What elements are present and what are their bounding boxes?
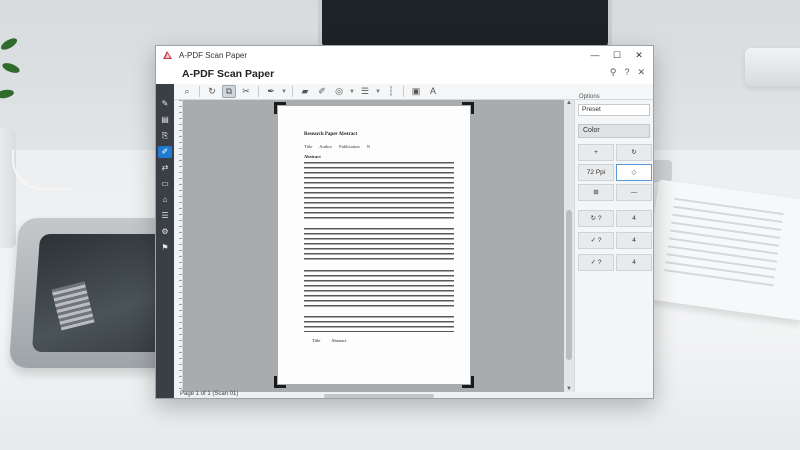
text-paragraph [304, 162, 454, 222]
crop-handle[interactable] [274, 376, 286, 388]
paper-stack [642, 179, 800, 321]
options-panel: Options Preset Color + ↻ 72 Ppi ◇ ⊞ — ↻ … [574, 94, 653, 392]
option-cell[interactable]: ✓ ? [578, 254, 614, 271]
color-button[interactable]: Color [578, 124, 650, 138]
crop-handle[interactable] [462, 376, 474, 388]
close-icon[interactable]: ✕ [637, 67, 645, 78]
option-cell[interactable]: 4 [616, 232, 652, 249]
text-paragraph [304, 228, 454, 263]
left-rail: ✎ ▤ ⎘ ✐ ⇄ ▭ ⌂ ☰ ⚙ ⚑ [156, 64, 174, 398]
option-row: + ↻ [578, 144, 652, 161]
window-controls: — ☐ ✕ [585, 48, 649, 62]
convert-icon[interactable]: ⇄ [158, 162, 172, 174]
crop-icon[interactable]: ⧉ [222, 85, 236, 98]
option-cell[interactable]: — [616, 184, 652, 201]
view-icon[interactable]: ◎ [332, 85, 346, 98]
vertical-ruler [174, 100, 183, 392]
pen-icon[interactable]: ✒ [264, 85, 278, 98]
preset-dropdown[interactable]: Preset [578, 104, 650, 116]
maximize-button[interactable]: ☐ [607, 48, 627, 62]
option-cell[interactable]: ↻ [616, 144, 652, 161]
page-section-heading: Abstract [304, 154, 321, 159]
align-icon[interactable]: ☰ [358, 85, 372, 98]
option-row: ✓ ? 4 [578, 254, 652, 271]
horizontal-scroll-thumb[interactable] [324, 394, 434, 398]
crop-handle[interactable] [274, 102, 286, 114]
stamp-icon[interactable]: ✐ [315, 85, 329, 98]
option-cell[interactable]: ◇ [616, 164, 652, 181]
cut-icon[interactable]: ✂ [239, 85, 253, 98]
text-paragraph [304, 316, 454, 332]
scan-icon[interactable]: ▭ [158, 178, 172, 190]
rail-items: ✎ ▤ ⎘ ✐ ⇄ ▭ ⌂ ☰ ⚙ ⚑ [156, 98, 174, 254]
image-icon[interactable]: ▣ [409, 85, 423, 98]
app-window: A-PDF Scan Paper — ☐ ✕ A-PDF Scan Paper … [155, 45, 654, 399]
minimize-button[interactable]: — [585, 48, 605, 62]
text-icon[interactable]: A [426, 85, 440, 98]
background-monitor [322, 0, 608, 48]
rotate-icon[interactable]: ↻ [205, 85, 219, 98]
measure-icon[interactable]: ┆ [384, 85, 398, 98]
header-icons: ⚲ ? ✕ [610, 67, 645, 78]
protect-icon[interactable]: ⌂ [158, 194, 172, 206]
option-cell[interactable]: 4 [616, 254, 652, 271]
crop-handle[interactable] [462, 102, 474, 114]
background-device [745, 48, 800, 86]
document-canvas[interactable]: Research Paper Abstract Title Author Pub… [183, 100, 564, 392]
page-footer: Title Abstract [312, 338, 347, 343]
chevron-down-icon[interactable]: ▼ [349, 89, 355, 95]
option-cell[interactable]: ↻ ? [578, 210, 614, 227]
help-icon[interactable]: ? [624, 67, 629, 78]
status-text: Page 1 of 1 (Scan 01) [180, 391, 239, 397]
resolution-cell[interactable]: 72 Ppi [578, 164, 614, 181]
option-row: ⊞ — [578, 184, 652, 201]
app-logo-icon [161, 49, 173, 61]
plant-pot [0, 128, 16, 248]
page-heading: Research Paper Abstract [304, 132, 358, 137]
option-cell[interactable]: ✓ ? [578, 232, 614, 249]
option-row: ✓ ? 4 [578, 232, 652, 249]
tools-icon[interactable]: ⚙ [158, 226, 172, 238]
highlight-icon[interactable]: ▰ [298, 85, 312, 98]
scanned-page[interactable]: Research Paper Abstract Title Author Pub… [274, 102, 474, 388]
option-cell[interactable]: + [578, 144, 614, 161]
pages-icon[interactable]: ▤ [158, 114, 172, 126]
scroll-up-icon[interactable]: ▲ [565, 100, 573, 106]
option-cell[interactable]: ⊞ [578, 184, 614, 201]
form-icon[interactable]: ☰ [158, 210, 172, 222]
chevron-down-icon[interactable]: ▼ [375, 89, 381, 95]
annotate-icon[interactable]: ✐ [158, 146, 172, 158]
page-meta: Title Author Publication N [304, 144, 370, 149]
option-row: 72 Ppi ◇ [578, 164, 652, 181]
close-button[interactable]: ✕ [629, 48, 649, 62]
edit-icon[interactable]: ⎘ [158, 130, 172, 142]
chevron-down-icon[interactable]: ▼ [281, 89, 287, 95]
window-title: A-PDF Scan Paper [179, 50, 248, 60]
vertical-scrollbar[interactable]: ▲ ▼ [564, 100, 574, 392]
option-cell[interactable]: 4 [616, 210, 652, 227]
document-title: A-PDF Scan Paper [182, 68, 275, 80]
option-row: ↻ ? 4 [578, 210, 652, 227]
select-icon[interactable]: ✎ [158, 98, 172, 110]
settings-icon[interactable]: ⚑ [158, 242, 172, 254]
zoom-icon[interactable]: ⌕ [180, 85, 194, 98]
header-row: A-PDF Scan Paper ⚲ ? ✕ [156, 64, 653, 84]
status-bar: Page 1 of 1 (Scan 01) [174, 391, 653, 398]
text-paragraph [304, 270, 454, 310]
title-bar: A-PDF Scan Paper — ☐ ✕ [156, 46, 653, 64]
panel-heading: Options [579, 94, 600, 100]
pin-icon[interactable]: ⚲ [610, 67, 617, 78]
scroll-thumb[interactable] [566, 210, 572, 360]
